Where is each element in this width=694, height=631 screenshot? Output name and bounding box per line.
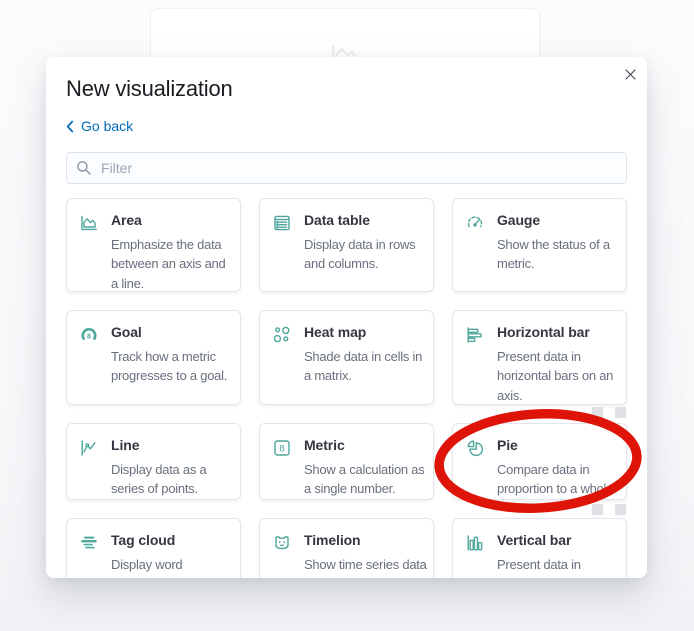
new-visualization-modal: New visualization Go back Area Emphasize… [46,57,647,578]
timelion-icon [272,533,292,553]
card-description: Display data in rows and columns. [304,236,416,272]
vis-type-card-gauge[interactable]: Gauge Show the status of a metric. [452,197,627,292]
card-description: Display word frequency with font size. [111,556,216,579]
vis-type-card-metric[interactable]: 8 Metric Show a calculation as a single … [259,422,434,500]
svg-text:8: 8 [87,333,91,340]
card-description: Present data in vertical bars on an axis… [497,556,599,579]
card-description: Show time series data on a graph. [304,556,427,579]
checker-artifact [615,407,626,418]
card-title: Horizontal bar [497,323,590,340]
vis-type-grid: Area Emphasize the data between an axis … [66,197,627,579]
page-title: New visualization [66,76,233,101]
filter-input[interactable] [66,151,627,184]
card-title: Timelion [304,531,361,548]
data-table-icon [272,213,292,233]
go-back-label: Go back [81,118,134,134]
card-title: Gauge [497,211,541,228]
card-description: Emphasize the data between an axis and a… [111,236,226,291]
vertical-bar-icon [465,533,485,553]
checker-artifact [592,504,603,515]
vis-type-card-line[interactable]: Line Display data as a series of points. [66,422,241,500]
card-title: Tag cloud [111,531,176,548]
heat-map-icon [272,325,292,345]
vis-type-card-heat-map[interactable]: Heat map Shade data in cells in a matrix… [259,309,434,405]
vis-type-card-data-table[interactable]: Data table Display data in rows and colu… [259,197,434,292]
metric-icon: 8 [272,438,292,458]
card-title: Goal [111,323,142,340]
vis-type-card-vertical-bar[interactable]: Vertical bar Present data in vertical ba… [452,517,627,579]
vis-type-card-tag-cloud[interactable]: Tag cloud Display word frequency with fo… [66,517,241,579]
horizontal-bar-icon [465,325,485,345]
card-description: Shade data in cells in a matrix. [304,348,423,384]
gauge-icon [465,213,485,233]
card-title: Vertical bar [497,531,572,548]
line-chart-icon [79,438,99,458]
area-chart-icon [79,213,99,233]
chevron-left-icon [66,120,74,132]
checker-artifact [615,504,626,515]
vis-type-card-goal[interactable]: 8 Goal Track how a metric progresses to … [66,309,241,405]
card-description: Compare data in proportion to a whole. [497,461,617,497]
filter-field-wrap [66,151,627,184]
pie-chart-icon [465,438,485,458]
card-title: Pie [497,436,518,453]
card-description: Display data as a series of points. [111,461,207,497]
card-title: Data table [304,211,370,228]
vis-type-card-pie[interactable]: Pie Compare data in proportion to a whol… [452,422,627,500]
card-description: Show the status of a metric. [497,236,610,272]
tag-cloud-icon [79,533,99,553]
checker-artifact [592,407,603,418]
vis-type-card-area[interactable]: Area Emphasize the data between an axis … [66,197,241,292]
go-back-link[interactable]: Go back [66,118,133,134]
card-title: Metric [304,436,345,453]
card-description: Show a calculation as a single number. [304,461,425,497]
vis-type-card-horizontal-bar[interactable]: Horizontal bar Present data in horizonta… [452,309,627,405]
close-icon[interactable] [619,63,641,85]
goal-icon: 8 [79,325,99,345]
svg-text:8: 8 [279,443,284,454]
card-title: Area [111,211,142,228]
vis-type-card-timelion[interactable]: Timelion Show time series data on a grap… [259,517,434,579]
card-title: Line [111,436,140,453]
card-title: Heat map [304,323,367,340]
card-description: Present data in horizontal bars on an ax… [497,348,614,403]
card-description: Track how a metric progresses to a goal. [111,348,228,384]
